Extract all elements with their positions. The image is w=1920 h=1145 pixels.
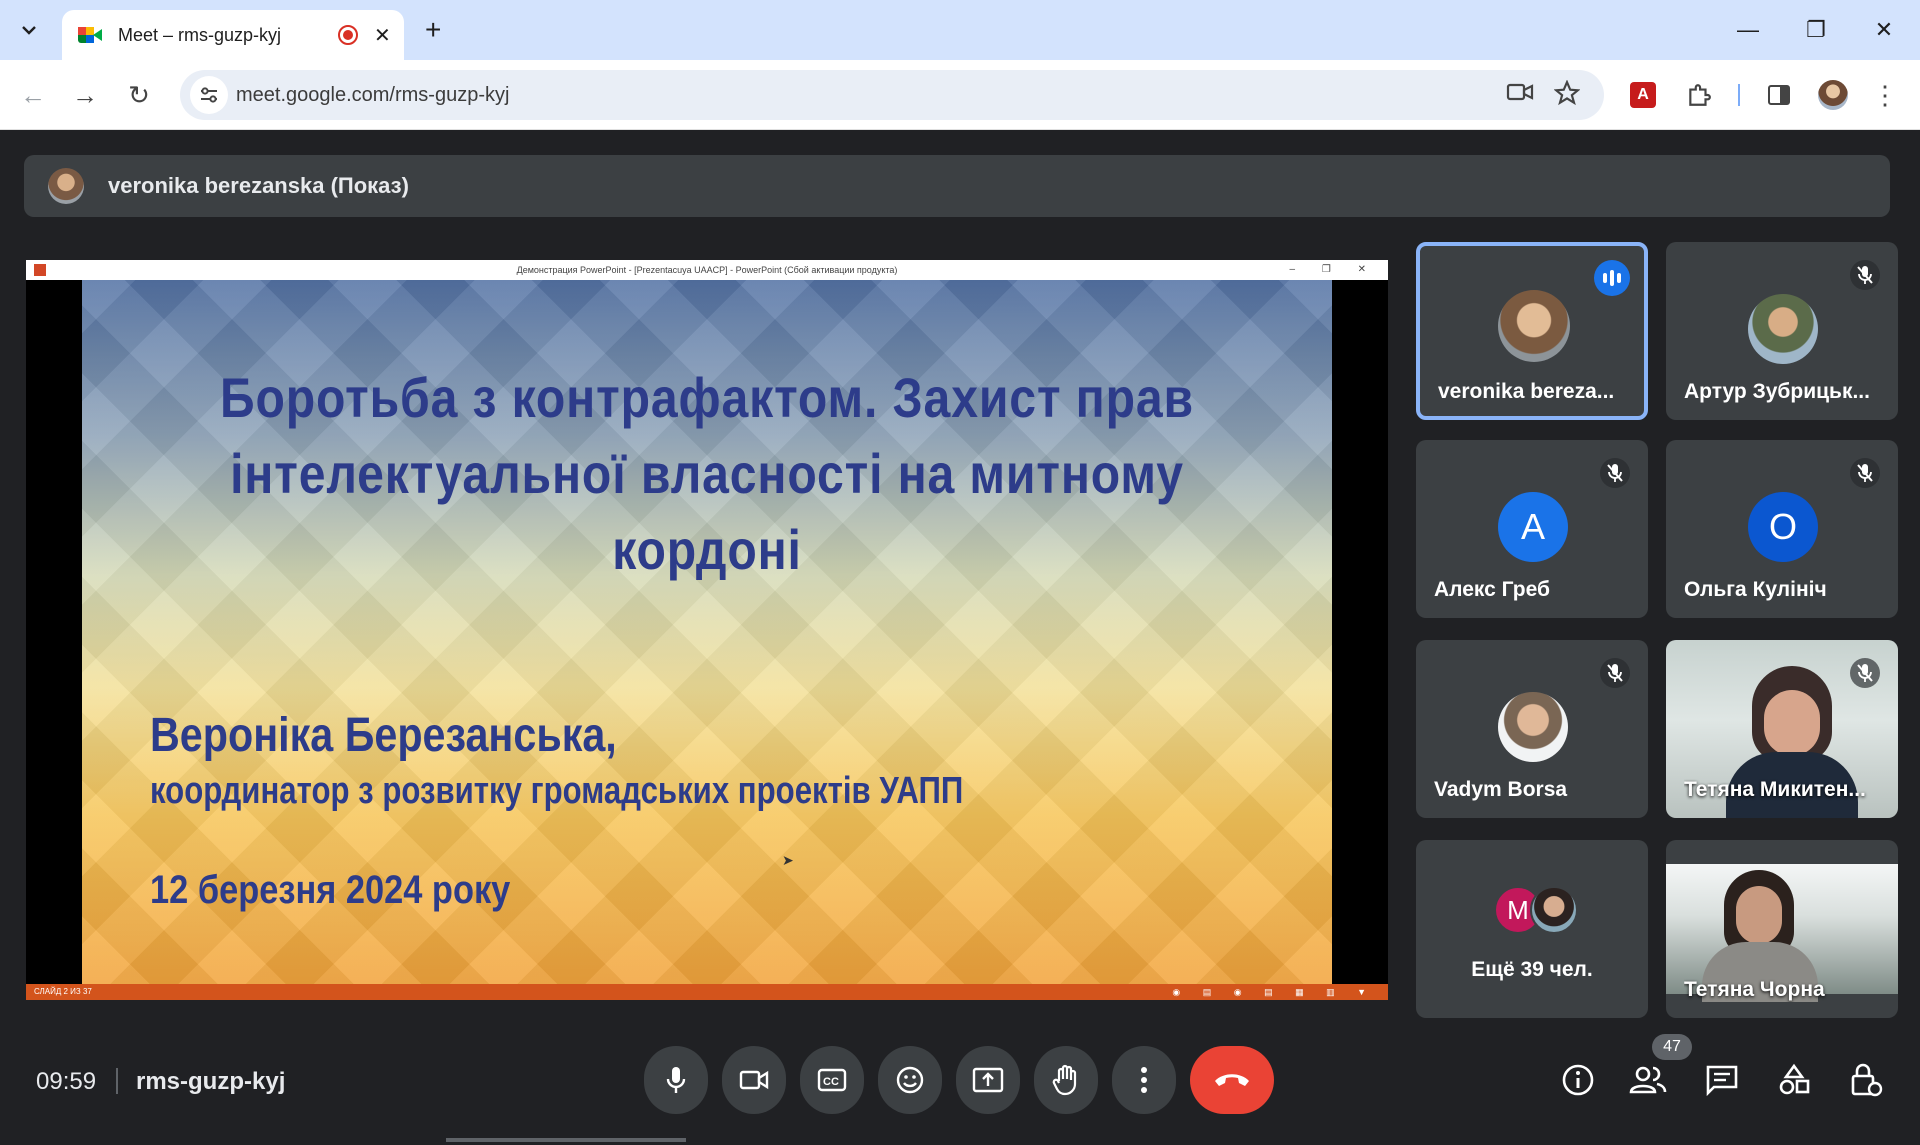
mic-off-icon: [1850, 458, 1880, 488]
meeting-time: 09:59: [36, 1068, 97, 1095]
emoji-reactions-button[interactable]: [878, 1046, 942, 1114]
participant-tile-olga[interactable]: О Ольга Кулініч: [1666, 440, 1898, 618]
raise-hand-button[interactable]: [1034, 1046, 1098, 1114]
slide-author: Вероніка Березанська,: [150, 709, 617, 762]
participant-avatar: А: [1498, 492, 1568, 562]
google-meet-icon: [78, 25, 102, 45]
forward-button[interactable]: →: [66, 76, 104, 114]
svg-text:CC: CC: [823, 1076, 839, 1088]
restore-button[interactable]: ❐: [1796, 12, 1836, 48]
browser-menu-icon[interactable]: ⋮: [1866, 76, 1904, 114]
pdf-extension-icon[interactable]: A: [1630, 82, 1656, 108]
shared-screen: Демонстрация PowerPoint - [Prezentacuya …: [26, 260, 1388, 1000]
side-panel-icon[interactable]: [1760, 76, 1798, 114]
participant-video: [1666, 864, 1898, 1002]
present-screen-button[interactable]: [956, 1046, 1020, 1114]
presenter-bar: veronika berezanska (Показ): [24, 155, 1890, 217]
mic-off-icon: [1600, 658, 1630, 688]
participant-name: Алекс Греб: [1434, 578, 1550, 601]
participant-tile-tetiana-ch[interactable]: Тетяна Чорна: [1666, 840, 1898, 1018]
people-count-badge: 47: [1652, 1034, 1692, 1060]
powerpoint-view-icons: ◉ ▤ ◉ ▤ ▦ ▥ ▼: [1172, 987, 1376, 997]
slide-role: координатор з розвитку громадських проек…: [150, 770, 964, 812]
slide-counter: СЛАЙД 2 ИЗ 37: [34, 987, 92, 996]
slide-date: 12 березня 2024 року: [150, 868, 511, 912]
powerpoint-status-bar: СЛАЙД 2 ИЗ 37 ◉ ▤ ◉ ▤ ▦ ▥ ▼: [26, 984, 1388, 1000]
tab-search-icon[interactable]: [10, 12, 48, 48]
host-controls-button[interactable]: [1844, 1058, 1888, 1102]
powerpoint-window-buttons: – ❐ ✕: [1289, 264, 1378, 275]
tab-title: Meet – rms-guzp-kyj: [118, 24, 282, 45]
meeting-details-button[interactable]: [1556, 1058, 1600, 1102]
powerpoint-titlebar: Демонстрация PowerPoint - [Prezentacuya …: [26, 260, 1388, 280]
address-bar[interactable]: meet.google.com/rms-guzp-kyj: [180, 70, 1604, 120]
new-tab-button[interactable]: +: [425, 12, 441, 48]
speaking-indicator-icon: [1594, 260, 1630, 296]
mic-off-icon: [1600, 458, 1630, 488]
extensions-puzzle-icon[interactable]: [1680, 76, 1718, 114]
participant-name: Тетяна Микитен...: [1684, 778, 1866, 801]
more-participants-tile[interactable]: M Ещё 39 чел.: [1416, 840, 1648, 1018]
participant-avatar: [1498, 692, 1568, 762]
participant-avatar: [1748, 294, 1818, 364]
leave-call-button[interactable]: [1190, 1046, 1274, 1114]
meeting-code: rms-guzp-kyj: [136, 1068, 286, 1095]
microphone-button[interactable]: [644, 1046, 708, 1114]
more-participants-avatars: M: [1490, 886, 1580, 936]
camera-in-use-icon[interactable]: [1506, 80, 1534, 111]
participant-name: veronika bereza...: [1438, 380, 1615, 403]
presenter-label: veronika berezanska (Показ): [108, 173, 409, 198]
back-button[interactable]: ←: [14, 76, 52, 114]
participant-tile-veronika[interactable]: veronika bereza...: [1416, 242, 1648, 420]
participant-name: Vadym Borsa: [1434, 778, 1568, 801]
browser-tab-bar: Meet – rms-guzp-kyj ✕ + — ❐ ✕: [0, 0, 1920, 60]
chat-button[interactable]: [1700, 1058, 1744, 1102]
participant-name: Ольга Кулініч: [1684, 578, 1827, 601]
time-separator: [116, 1068, 118, 1094]
activities-button[interactable]: [1772, 1058, 1816, 1102]
presenter-avatar: [48, 168, 84, 204]
browser-toolbar: ← → ↻ meet.google.com/rms-guzp-kyj A ⋮: [0, 60, 1920, 130]
participant-avatar: [1498, 290, 1570, 362]
bookmark-star-icon[interactable]: [1553, 79, 1581, 113]
profile-avatar[interactable]: [1818, 80, 1848, 110]
camera-button[interactable]: [722, 1046, 786, 1114]
participant-name: Тетяна Чорна: [1684, 978, 1825, 1001]
people-button[interactable]: [1626, 1058, 1670, 1102]
reload-button[interactable]: ↻: [120, 76, 158, 114]
scrollbar-thumb[interactable]: [446, 1138, 686, 1142]
browser-tab[interactable]: Meet – rms-guzp-kyj ✕: [62, 10, 404, 60]
recording-icon: [338, 25, 358, 45]
presentation-slide: Боротьба з контрафактом. Захист прав інт…: [82, 280, 1332, 984]
captions-button[interactable]: CC: [800, 1046, 864, 1114]
mic-off-icon: [1850, 260, 1880, 290]
toolbar-separator: [1738, 84, 1740, 106]
powerpoint-window-title: Демонстрация PowerPoint - [Prezentacuya …: [516, 265, 898, 275]
participant-tile-artur[interactable]: Артур Зубрицьк...: [1666, 242, 1898, 420]
participant-avatar: [1530, 886, 1578, 934]
slide-title: Боротьба з контрафактом. Захист прав інт…: [220, 366, 1194, 581]
url-text: meet.google.com/rms-guzp-kyj: [236, 84, 510, 106]
more-participants-label: Ещё 39 чел.: [1471, 958, 1593, 981]
participant-tile-tetiana-m[interactable]: Тетяна Микитен...: [1666, 640, 1898, 818]
mouse-cursor-icon: ➤: [782, 852, 794, 868]
participant-tile-aleks[interactable]: А Алекс Греб: [1416, 440, 1648, 618]
more-options-button[interactable]: [1112, 1046, 1176, 1114]
participant-tile-vadym[interactable]: Vadym Borsa: [1416, 640, 1648, 818]
site-info-icon[interactable]: [190, 76, 228, 114]
participant-name: Артур Зубрицьк...: [1684, 380, 1870, 403]
minimize-button[interactable]: —: [1728, 12, 1768, 48]
participant-avatar: О: [1748, 492, 1818, 562]
tab-close-button[interactable]: ✕: [374, 23, 391, 48]
powerpoint-icon: [34, 264, 46, 276]
mic-off-icon: [1850, 658, 1880, 688]
close-window-button[interactable]: ✕: [1864, 12, 1904, 48]
